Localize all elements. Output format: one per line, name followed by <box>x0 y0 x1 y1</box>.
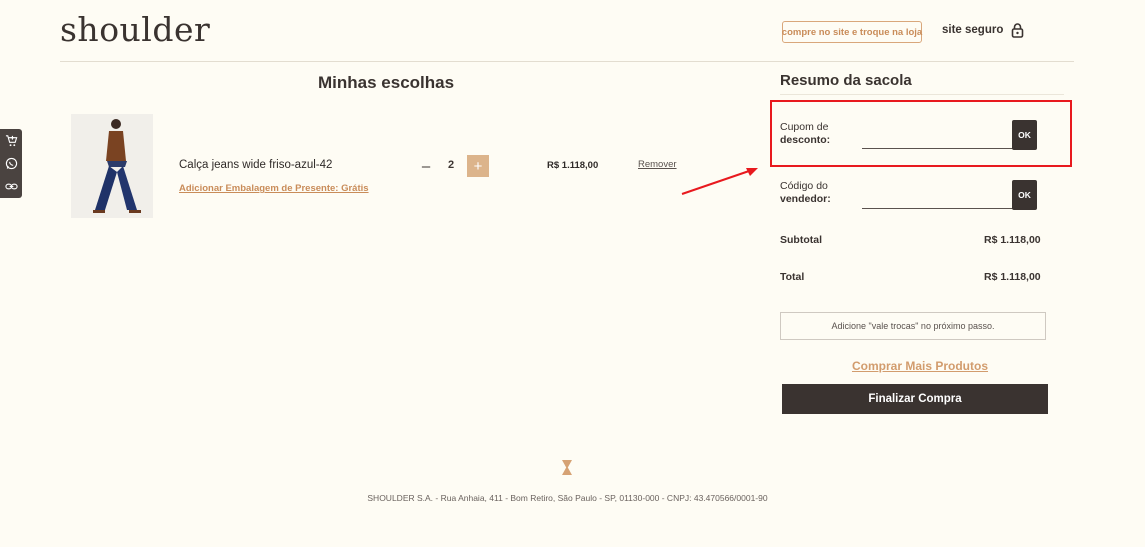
secure-site: site seguro <box>942 22 1024 38</box>
remove-item-link[interactable]: Remover <box>638 159 677 170</box>
summary-divider <box>780 94 1064 95</box>
lock-icon <box>1012 23 1024 38</box>
whatsapp-icon[interactable] <box>0 152 22 175</box>
coupon-label-line2: desconto: <box>780 134 831 146</box>
footer-company-info: SHOULDER S.A. - Rua Anhaia, 411 - Bom Re… <box>367 493 768 503</box>
subtotal-value: R$ 1.118,00 <box>984 234 1041 246</box>
buy-more-link[interactable]: Comprar Mais Produtos <box>780 359 1060 373</box>
side-toolbar <box>0 129 22 198</box>
quantity-value: 2 <box>447 159 455 171</box>
quantity-increase-button[interactable]: + <box>467 155 489 177</box>
product-image[interactable] <box>71 114 153 218</box>
total-value: R$ 1.118,00 <box>984 271 1041 283</box>
coupon-input[interactable] <box>862 128 1013 149</box>
quantity-decrease-button[interactable]: – <box>419 157 433 175</box>
coupon-label: Cupom de desconto: <box>780 121 830 147</box>
logo[interactable]: shoulder <box>60 10 210 49</box>
add-to-cart-icon[interactable] <box>0 129 22 152</box>
total-label: Total <box>780 271 805 283</box>
product-name[interactable]: Calça jeans wide friso-azul-42 <box>179 159 332 171</box>
seller-ok-button[interactable]: OK <box>1012 180 1037 210</box>
checkout-button[interactable]: Finalizar Compra <box>782 384 1048 414</box>
summary-title: Resumo da sacola <box>780 72 912 89</box>
link-icon[interactable] <box>0 175 22 198</box>
vale-trocas-notice: Adicione "vale trocas" no próximo passo. <box>780 312 1046 340</box>
seller-label-line2: vendedor: <box>780 193 831 205</box>
model-figure-icon <box>71 114 153 218</box>
gift-wrap-link[interactable]: Adicionar Embalagem de Presente: Grátis <box>179 183 369 194</box>
cart-title: Minhas escolhas <box>318 73 455 92</box>
hourglass-logo-icon <box>562 460 572 475</box>
coupon-label-line1: Cupom de <box>780 121 829 133</box>
seller-code-input[interactable] <box>862 188 1013 209</box>
header-divider <box>60 61 1074 62</box>
promo-badge: compre no site e troque na loja <box>782 21 922 43</box>
seller-label: Código do vendedor: <box>780 180 831 206</box>
item-price: R$ 1.118,00 <box>547 160 599 171</box>
red-arrow-annotation <box>681 168 758 195</box>
coupon-ok-button[interactable]: OK <box>1012 120 1037 150</box>
subtotal-label: Subtotal <box>780 234 822 246</box>
seller-label-line1: Código do <box>780 180 828 192</box>
secure-label: site seguro <box>942 24 1004 36</box>
